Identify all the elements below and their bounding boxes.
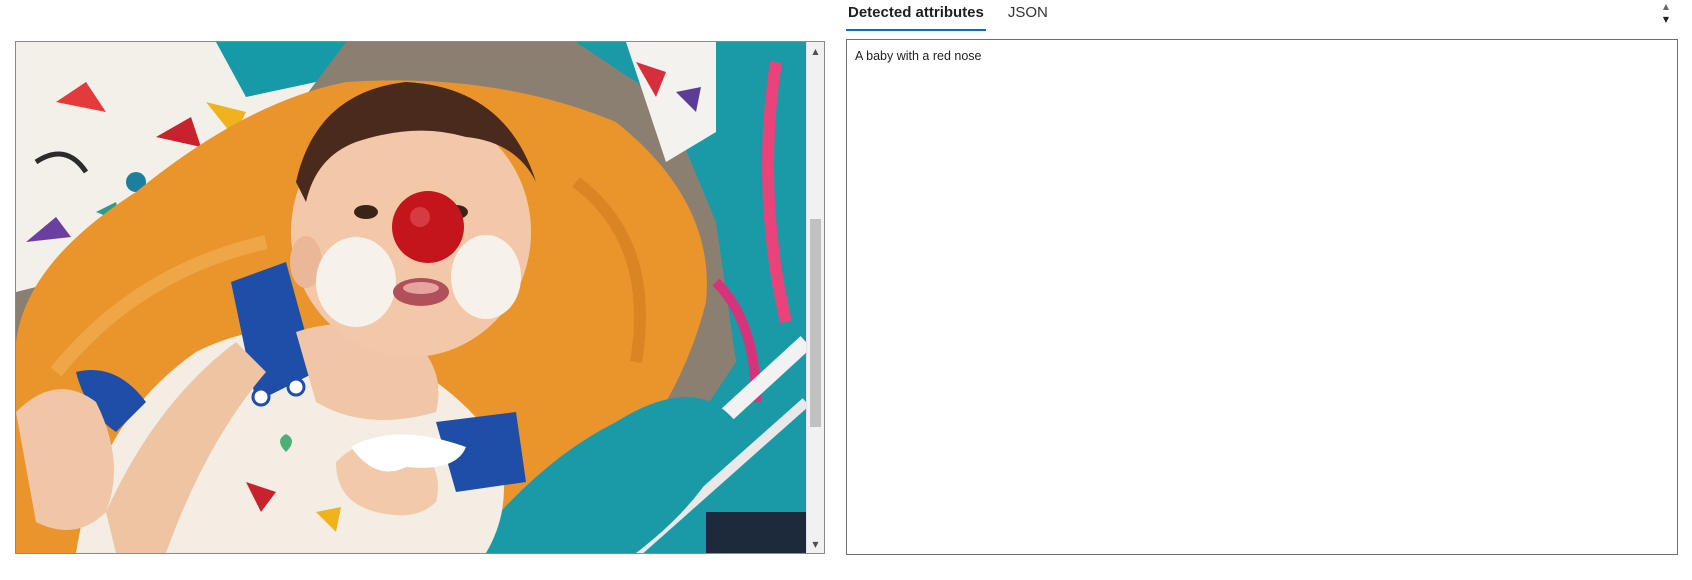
image-scrollbar[interactable]: ▲ ▼ (806, 42, 824, 553)
result-tabs: Detected attributes JSON (846, 0, 1070, 31)
image-viewer[interactable]: ▲ ▼ (15, 41, 825, 554)
result-panel: A baby with a red nose (846, 39, 1678, 555)
baby-photo (16, 42, 806, 553)
scrollbar-thumb[interactable] (810, 219, 821, 427)
chevron-up-icon[interactable]: ▲ (807, 43, 824, 59)
chevron-down-icon[interactable]: ▼ (807, 536, 824, 552)
chevron-up-icon[interactable]: ▲ (1658, 0, 1674, 13)
tab-json[interactable]: JSON (1006, 0, 1050, 29)
chevron-down-icon[interactable]: ▼ (1658, 13, 1674, 26)
detected-caption: A baby with a red nose (855, 49, 982, 63)
tab-detected-attributes[interactable]: Detected attributes (846, 0, 986, 31)
tab-scroll-control[interactable]: ▲ ▼ (1658, 0, 1674, 28)
